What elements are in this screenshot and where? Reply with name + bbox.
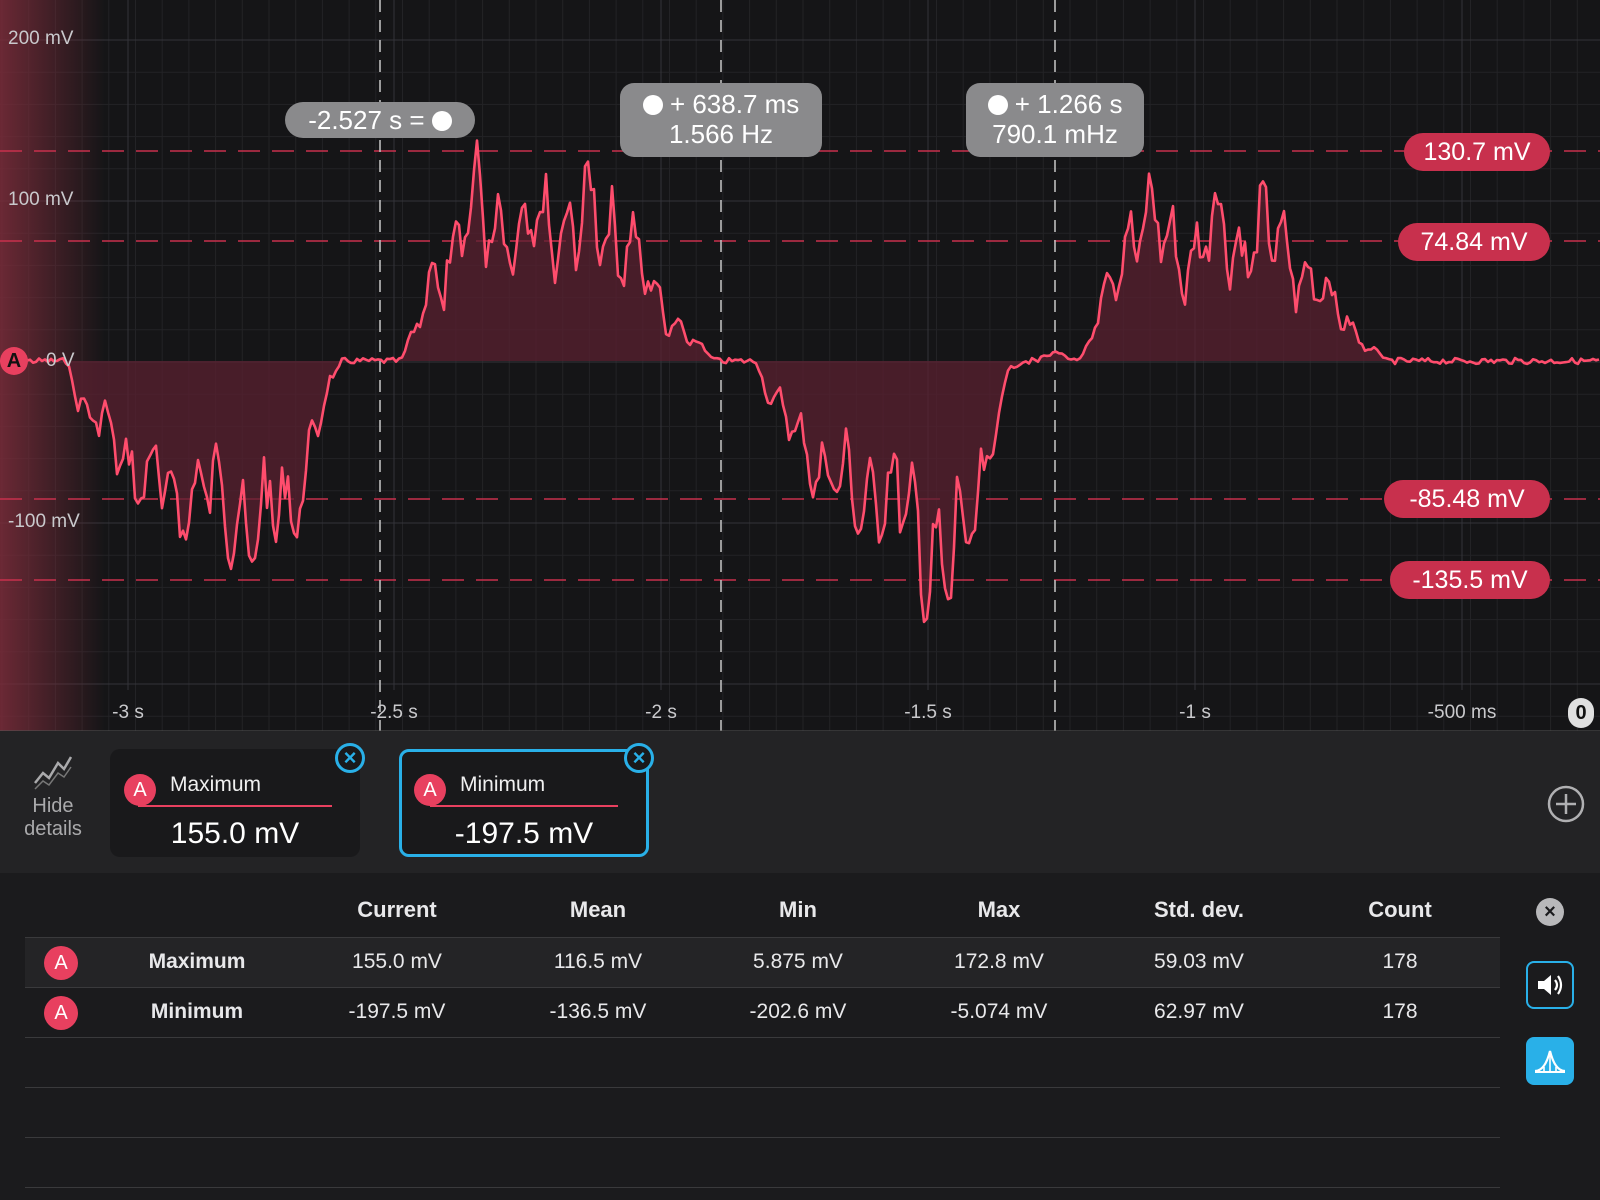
y-tick-0v: 0 V	[46, 350, 75, 371]
scope-display[interactable]: 200 mV 100 mV 0 V -100 mV A -3 s -2.5 s …	[0, 0, 1600, 731]
measurement-card-minimum[interactable]: A Minimum -197.5 mV	[399, 749, 649, 857]
time-cursor-2-frequency: 1.566 Hz	[668, 119, 774, 149]
cell-std-dev: 62.97 mV	[1154, 1000, 1244, 1023]
measurement-card-maximum[interactable]: A Maximum 155.0 mV	[110, 749, 360, 857]
measurement-divider	[430, 805, 618, 807]
y-tick-minus100mv: -100 mV	[8, 511, 80, 532]
histogram-button[interactable]	[1526, 1037, 1574, 1085]
measurements-bar: Hide details A Maximum 155.0 mV × A Mini…	[0, 731, 1600, 873]
time-cursor-1-text: -2.527 s =	[308, 105, 425, 135]
table-row-empty	[25, 1138, 1500, 1188]
measurement-divider	[138, 805, 332, 807]
remove-measurement-close-icon[interactable]: ×	[624, 743, 654, 773]
x-tick: -1.5 s	[904, 702, 952, 723]
measurement-value: -197.5 mV	[454, 817, 594, 850]
time-cursor-3-frequency: 790.1 mHz	[992, 119, 1118, 149]
table-row[interactable]: A Maximum 155.0 mV 116.5 mV 5.875 mV 172…	[25, 938, 1500, 988]
channel-badge: A	[44, 996, 78, 1030]
cell-count: 178	[1382, 950, 1418, 973]
x-tick: -2.5 s	[370, 702, 418, 723]
level-marker-4[interactable]: -135.5 mV	[1390, 561, 1550, 599]
trend-chart-icon	[34, 756, 73, 790]
level-marker-3[interactable]: -85.48 mV	[1384, 480, 1550, 518]
y-tick-200mv: 200 mV	[8, 28, 74, 49]
table-row-empty	[25, 1038, 1500, 1088]
time-cursor-3-label[interactable]: + 1.266 s 790.1 mHz	[966, 83, 1144, 157]
time-cursor-2-delta: + 638.7 ms	[669, 89, 800, 119]
waveform-fill	[0, 140, 1600, 622]
x-tick: -500 ms	[1427, 702, 1497, 723]
cell-std-dev: 59.03 mV	[1154, 950, 1244, 973]
add-measurement-plus-icon[interactable]	[1546, 784, 1586, 824]
cell-mean: -136.5 mV	[549, 1000, 647, 1023]
level-marker-2[interactable]: 74.84 mV	[1398, 223, 1550, 261]
column-header: Min	[779, 897, 817, 922]
trigger-marker[interactable]: 0	[1568, 698, 1594, 728]
cell-max: -5.074 mV	[950, 1000, 1048, 1023]
distribution-icon	[1534, 1050, 1566, 1073]
cursor-dot-icon	[431, 111, 452, 131]
column-header: Count	[1368, 897, 1432, 922]
column-header: Current	[357, 897, 437, 922]
close-statistics-button[interactable]: ×	[1536, 898, 1564, 926]
trigger-marker-label: 0	[1575, 701, 1587, 724]
cell-mean: 116.5 mV	[553, 950, 643, 973]
channel-a-letter: A	[6, 349, 22, 372]
row-name: Minimum	[150, 1000, 244, 1023]
measurement-value: 155.0 mV	[170, 817, 300, 850]
x-tick: -2 s	[645, 702, 677, 723]
speaker-icon	[1538, 975, 1563, 995]
column-header: Mean	[569, 897, 627, 922]
cell-min: 5.875 mV	[753, 950, 843, 973]
statistics-table: Current Mean Min Max Std. dev. Count A M…	[0, 873, 1600, 1200]
hide-details-label-line2: details	[24, 818, 82, 840]
hide-details-button[interactable]: Hide details	[10, 751, 96, 861]
column-header: Max	[977, 897, 1021, 922]
level-marker-1[interactable]: 130.7 mV	[1404, 133, 1550, 171]
remove-measurement-close-icon[interactable]: ×	[335, 743, 365, 773]
channel-a-marker[interactable]: A	[0, 347, 28, 375]
channel-badge: A	[44, 946, 78, 980]
cursor-dot-icon	[642, 95, 663, 115]
cursor-dot-icon	[987, 95, 1008, 115]
time-cursor-3-delta: + 1.266 s	[1014, 89, 1123, 119]
x-tick: -1 s	[1179, 702, 1211, 723]
x-tick: -3 s	[112, 702, 144, 723]
column-header: Std. dev.	[1153, 897, 1245, 922]
cell-max: 172.8 mV	[954, 950, 1044, 973]
time-cursor-1-label[interactable]: -2.527 s =	[285, 102, 475, 138]
cell-current: -197.5 mV	[348, 1000, 446, 1023]
measurement-title: Minimum	[460, 773, 546, 796]
measurement-title: Maximum	[170, 773, 262, 796]
cell-min: -202.6 mV	[749, 1000, 847, 1023]
cell-count: 178	[1382, 1000, 1418, 1023]
hide-details-label-line1: Hide	[32, 795, 74, 817]
cell-current: 155.0 mV	[352, 950, 442, 973]
channel-badge: A	[414, 774, 446, 806]
y-tick-100mv: 100 mV	[8, 189, 74, 210]
channel-badge: A	[124, 774, 156, 806]
row-name: Maximum	[148, 950, 246, 973]
table-row[interactable]: A Minimum -197.5 mV -136.5 mV -202.6 mV …	[25, 988, 1500, 1038]
time-cursor-2-label[interactable]: + 638.7 ms 1.566 Hz	[620, 83, 822, 157]
sound-button[interactable]	[1526, 961, 1574, 1009]
table-row-empty	[25, 1088, 1500, 1138]
